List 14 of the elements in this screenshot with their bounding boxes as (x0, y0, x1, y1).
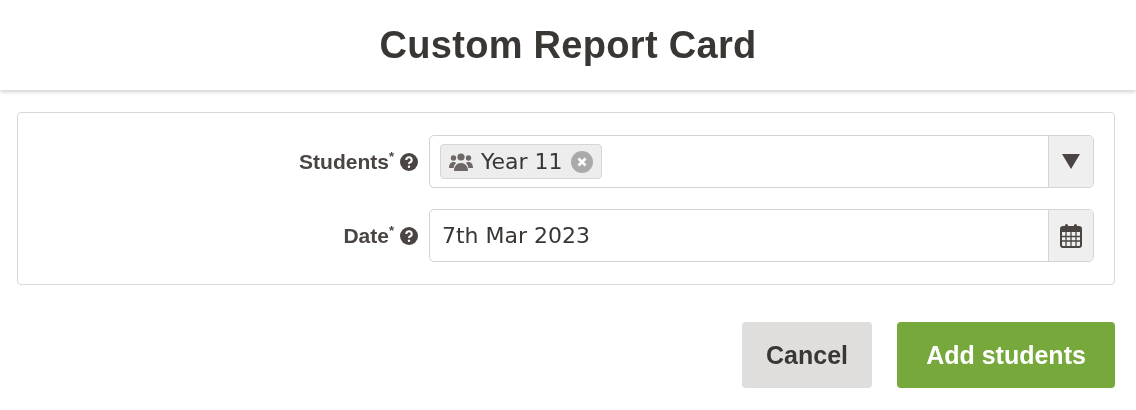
help-icon[interactable] (400, 152, 418, 171)
calendar-button[interactable] (1048, 210, 1093, 261)
students-select[interactable]: Year 11 (429, 135, 1094, 188)
tag-label: Year 11 (481, 149, 563, 174)
cancel-button[interactable]: Cancel (742, 322, 872, 388)
field-label: Students$^{*}$ (299, 149, 394, 174)
help-icon[interactable] (400, 226, 418, 245)
calendar-icon (1060, 223, 1082, 248)
date-field[interactable]: 7th Mar 2023 (429, 209, 1094, 262)
dropdown-button[interactable] (1048, 136, 1093, 187)
dialog-title: Custom Report Card (379, 23, 757, 67)
caret-icon (1062, 154, 1080, 169)
users-icon (449, 151, 473, 172)
field-label: Date$^{*}$ (343, 223, 394, 248)
